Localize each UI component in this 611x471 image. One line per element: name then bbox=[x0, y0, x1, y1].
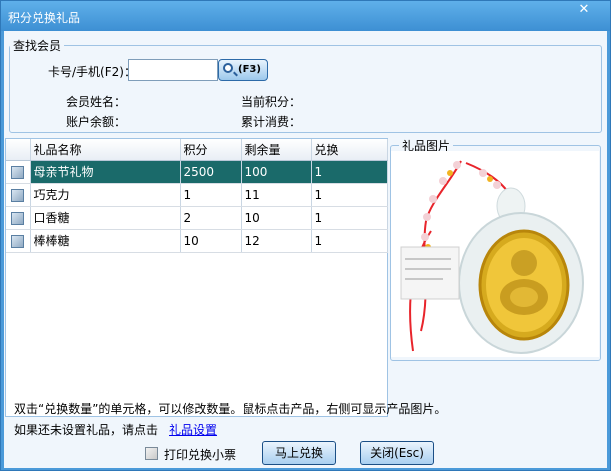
edit-quantity-hint: 双击“兑换数量”的单元格，可以修改数量。鼠标点击产品，右侧可显示产品图片。 bbox=[14, 402, 447, 416]
gift-name-cell[interactable]: 巧克力 bbox=[30, 183, 181, 207]
card-label: 卡号/手机(F2)： bbox=[48, 65, 136, 79]
window-title: 积分兑换礼品 bbox=[8, 11, 81, 25]
member-search-legend: 查找会员 bbox=[13, 39, 62, 53]
search-member-button[interactable]: (F3) bbox=[218, 59, 268, 81]
table-row[interactable]: 口香糖 2 10 1 bbox=[6, 206, 388, 230]
print-receipt-checkbox[interactable] bbox=[145, 447, 158, 460]
gift-points-cell[interactable]: 1 bbox=[180, 183, 242, 207]
gift-settings-link[interactable]: 礼品设置 bbox=[169, 421, 217, 438]
gift-exchange-cell[interactable]: 1 bbox=[311, 183, 388, 207]
exchange-now-button[interactable]: 马上兑换 bbox=[262, 441, 336, 465]
member-name-label: 会员姓名： bbox=[66, 95, 127, 109]
checkbox-icon[interactable] bbox=[10, 188, 24, 202]
gift-remaining-cell[interactable]: 12 bbox=[241, 229, 312, 253]
close-icon[interactable]: ✕ bbox=[572, 2, 596, 20]
checkbox-icon[interactable] bbox=[10, 234, 24, 248]
magnifier-icon bbox=[223, 63, 233, 73]
gift-exchange-cell[interactable]: 1 bbox=[311, 160, 388, 184]
row-checkbox[interactable] bbox=[6, 229, 31, 253]
row-checkbox[interactable] bbox=[6, 183, 31, 207]
column-header-select bbox=[6, 139, 31, 161]
row-checkbox[interactable] bbox=[6, 160, 31, 184]
gift-exchange-cell[interactable]: 1 bbox=[311, 229, 388, 253]
column-header-name[interactable]: 礼品名称 bbox=[30, 139, 181, 161]
gift-table-header: 礼品名称 积分 剩余量 兑换 bbox=[6, 139, 388, 161]
column-header-points[interactable]: 积分 bbox=[180, 139, 242, 161]
current-points-label: 当前积分： bbox=[241, 95, 302, 109]
total-spent-label: 累计消费： bbox=[241, 115, 302, 129]
gift-points-cell[interactable]: 2500 bbox=[180, 160, 242, 184]
table-row[interactable]: 母亲节礼物 2500 100 1 bbox=[6, 160, 388, 184]
gift-remaining-cell[interactable]: 10 bbox=[241, 206, 312, 230]
gift-remaining-cell[interactable]: 11 bbox=[241, 183, 312, 207]
title-bar[interactable]: 积分兑换礼品 ✕ bbox=[1, 1, 610, 31]
gift-exchange-cell[interactable]: 1 bbox=[311, 206, 388, 230]
checkbox-icon[interactable] bbox=[10, 165, 24, 179]
close-button[interactable]: 关闭(Esc) bbox=[360, 441, 434, 465]
jade-buddha-pendant-image bbox=[391, 151, 599, 357]
account-balance-label: 账户余额： bbox=[66, 115, 127, 129]
gift-table: 礼品名称 积分 剩余量 兑换 母亲节礼物 2500 100 1 巧克力 1 11… bbox=[5, 138, 388, 417]
gift-image bbox=[391, 151, 599, 357]
column-header-exchange[interactable]: 兑换 bbox=[311, 139, 388, 161]
checkbox-icon[interactable] bbox=[10, 211, 24, 225]
table-row[interactable]: 棒棒糖 10 12 1 bbox=[6, 229, 388, 253]
gift-points-cell[interactable]: 2 bbox=[180, 206, 242, 230]
card-input[interactable] bbox=[128, 59, 218, 81]
table-row[interactable]: 巧克力 1 11 1 bbox=[6, 183, 388, 207]
gift-points-cell[interactable]: 10 bbox=[180, 229, 242, 253]
gift-name-cell[interactable]: 母亲节礼物 bbox=[30, 160, 181, 184]
row-checkbox[interactable] bbox=[6, 206, 31, 230]
search-button-label: (F3) bbox=[238, 64, 261, 75]
gift-remaining-cell[interactable]: 100 bbox=[241, 160, 312, 184]
column-header-remaining[interactable]: 剩余量 bbox=[241, 139, 312, 161]
setup-gift-hint: 如果还未设置礼品，请点击 bbox=[14, 423, 159, 437]
print-receipt-label[interactable]: 打印兑换小票 bbox=[164, 446, 236, 463]
gift-name-cell[interactable]: 棒棒糖 bbox=[30, 229, 181, 253]
exchange-gift-dialog: 积分兑换礼品 ✕ 查找会员 卡号/手机(F2)： (F3) 会员姓名： 账户余额… bbox=[0, 0, 611, 471]
gift-name-cell[interactable]: 口香糖 bbox=[30, 206, 181, 230]
